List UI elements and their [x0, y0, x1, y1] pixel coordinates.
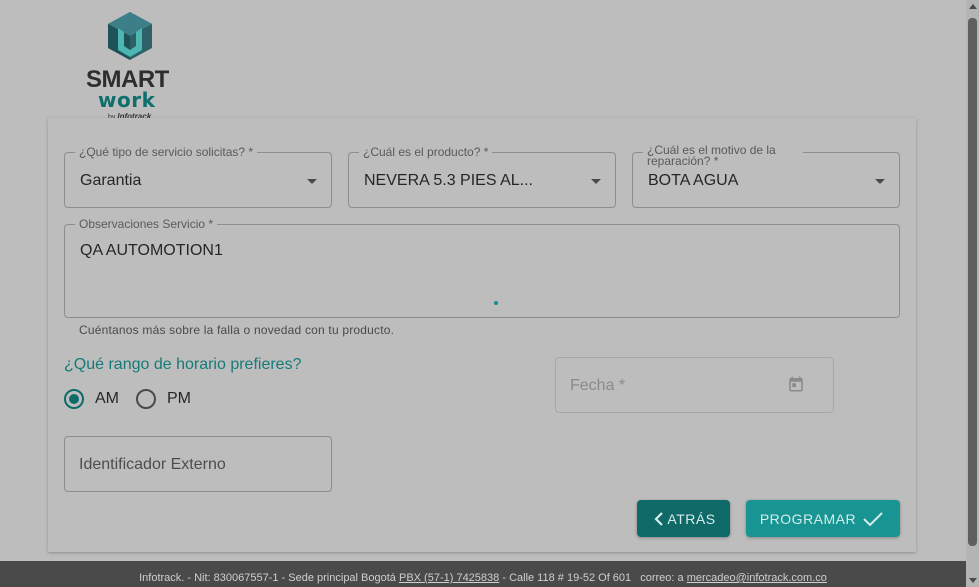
footer: Infotrack. - Nit: 830067557-1 - Sede pri…: [0, 561, 966, 587]
observations-helper-text: Cuéntanos más sobre la falla o novedad c…: [79, 323, 395, 337]
calendar-icon[interactable]: [787, 375, 805, 393]
service-type-label: ¿Qué tipo de servicio solicitas? *: [75, 146, 258, 158]
smartwork-logo: SMART work by Infotrack: [80, 10, 180, 125]
radio-am[interactable]: [64, 389, 84, 409]
schedule-button[interactable]: PROGRAMAR: [746, 500, 900, 537]
radio-am-label[interactable]: AM: [95, 390, 119, 408]
service-type-value: Garantia: [80, 172, 142, 189]
chevron-down-icon: [875, 179, 885, 184]
back-button[interactable]: ATRÁS: [637, 500, 730, 537]
service-type-select[interactable]: ¿Qué tipo de servicio solicitas? * Garan…: [64, 146, 332, 208]
chevron-down-icon: [307, 179, 317, 184]
smartwork-logo-icon: [108, 12, 152, 60]
scroll-down-arrow-icon[interactable]: [969, 578, 977, 583]
date-field[interactable]: Fecha *: [555, 357, 834, 413]
observations-value: QA AUTOMOTION1: [80, 242, 223, 259]
product-value: NEVERA 5.3 PIES AL...: [364, 172, 533, 189]
footer-address: - Calle 118 # 19-52 Of 601: [502, 572, 632, 584]
back-button-label: ATRÁS: [667, 510, 716, 527]
repair-reason-label: ¿Cuál es el motivo de la reparación? *: [643, 144, 803, 167]
product-select[interactable]: ¿Cuál es el producto? * NEVERA 5.3 PIES …: [348, 146, 616, 208]
check-icon: [863, 511, 883, 526]
schedule-question: ¿Qué rango de horario prefieres?: [64, 356, 302, 373]
radio-pm[interactable]: [136, 389, 156, 409]
scroll-up-arrow-icon[interactable]: [969, 4, 977, 9]
footer-company: Infotrack. - Nit: 830067557-1 - Sede pri…: [139, 572, 396, 584]
external-id-input[interactable]: Identificador Externo: [64, 436, 332, 492]
radio-pm-label[interactable]: PM: [167, 390, 191, 408]
product-label: ¿Cuál es el producto? *: [359, 146, 493, 158]
loading-indicator: [494, 301, 498, 305]
schedule-button-label: PROGRAMAR: [759, 510, 857, 527]
repair-reason-value: BOTA AGUA: [648, 172, 739, 189]
external-id-placeholder: Identificador Externo: [79, 456, 226, 473]
date-placeholder: Fecha *: [570, 377, 626, 394]
observations-label: Observaciones Servicio *: [75, 218, 218, 230]
scrollbar[interactable]: [966, 0, 979, 587]
footer-phone-link[interactable]: PBX (57-1) 7425838: [399, 572, 499, 584]
footer-mail-label: correo: a: [640, 572, 684, 584]
chevron-down-icon: [591, 179, 601, 184]
footer-email-link[interactable]: mercadeo@infotrack.com.co: [687, 572, 827, 584]
chevron-left-icon: [654, 511, 664, 526]
observations-textarea[interactable]: Observaciones Servicio * QA AUTOMOTION1: [64, 218, 900, 318]
logo-word-work: work: [98, 88, 156, 112]
scrollbar-thumb[interactable]: [968, 18, 977, 546]
repair-reason-select[interactable]: ¿Cuál es el motivo de la reparación? * B…: [632, 144, 900, 208]
